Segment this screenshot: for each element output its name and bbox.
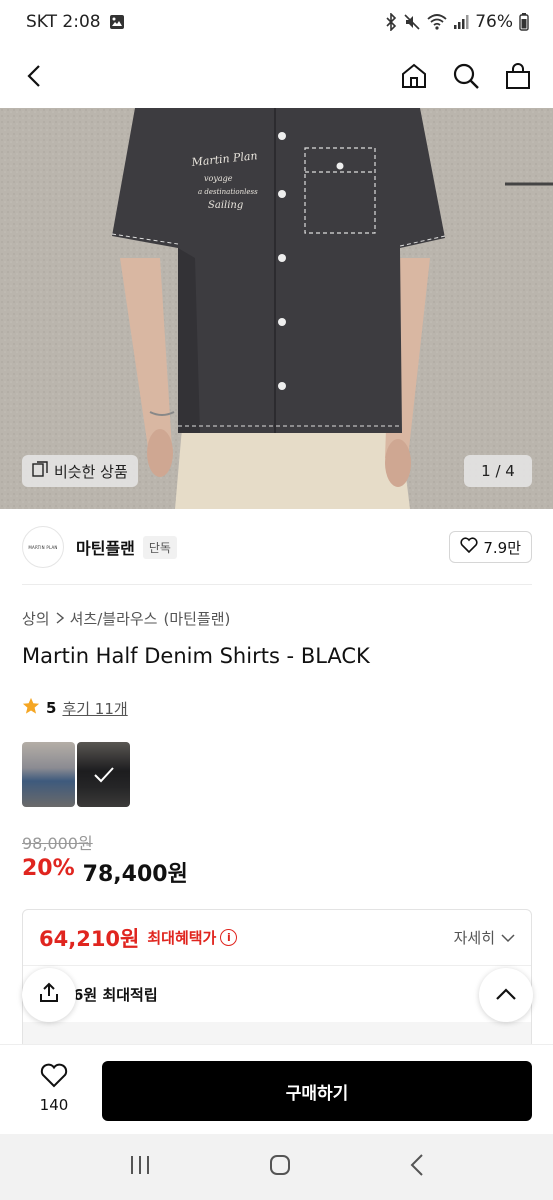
similar-products-button[interactable]: 비슷한 상품	[22, 455, 138, 487]
max-benefit-row[interactable]: 64,210원 최대혜택가 i 자세히	[23, 910, 531, 966]
color-variants	[22, 742, 130, 807]
brand-row[interactable]: MARTIN PLAN 마틴플랜 단독 7.9만	[22, 525, 532, 569]
chevron-right-icon	[56, 610, 64, 628]
breadcrumb: 상의 셔츠/블라우스 (마틴플랜)	[22, 608, 230, 629]
shopping-bag-icon[interactable]	[503, 61, 533, 91]
battery-icon	[519, 13, 529, 31]
variant-thumbnail-black[interactable]	[77, 742, 130, 807]
system-nav-bar	[0, 1134, 553, 1200]
similar-products-label: 비슷한 상품	[54, 462, 128, 481]
divider	[22, 584, 532, 585]
bluetooth-icon	[385, 13, 397, 31]
share-icon	[37, 981, 61, 1009]
back-arrow-icon[interactable]	[20, 61, 50, 91]
original-price: 98,000원	[22, 834, 93, 853]
mute-icon	[403, 13, 421, 31]
buy-button[interactable]: 구매하기	[102, 1061, 532, 1121]
breadcrumb-brand[interactable]: (마틴플랜)	[163, 608, 230, 629]
max-benefit-label: 최대혜택가	[147, 929, 217, 947]
recent-apps-icon[interactable]	[128, 1154, 152, 1180]
heart-icon	[40, 1063, 68, 1092]
product-photo: Martin Plan voyage a destinationless Sai…	[0, 108, 553, 509]
brand-like-count: 7.9만	[483, 538, 521, 557]
svg-text:a destinationless: a destinationless	[198, 188, 258, 196]
share-button[interactable]	[22, 968, 76, 1022]
home-nav-icon[interactable]	[268, 1153, 292, 1181]
info-icon[interactable]: i	[220, 929, 238, 946]
carrier-time: SKT 2:08	[26, 12, 101, 32]
similar-icon	[32, 461, 48, 481]
image-pager: 1 / 4	[464, 455, 532, 487]
search-icon[interactable]	[451, 61, 481, 91]
gallery-icon	[109, 14, 125, 30]
check-icon	[77, 742, 130, 807]
breadcrumb-subcategory[interactable]: 셔츠/블라우스	[70, 608, 158, 629]
heart-outline-icon	[460, 537, 478, 557]
scroll-top-button[interactable]	[479, 968, 533, 1022]
reviews-link[interactable]: 후기 11개	[62, 698, 127, 719]
product-title: Martin Half Denim Shirts - BLACK	[22, 644, 370, 668]
rating-score: 5	[46, 699, 57, 717]
wifi-icon	[427, 14, 447, 30]
home-icon[interactable]	[399, 61, 429, 91]
exclusive-badge: 단독	[142, 535, 177, 559]
benefit-detail-button[interactable]: 자세히	[454, 927, 515, 948]
brand-like-button[interactable]: 7.9만	[449, 531, 532, 563]
battery-level: 76%	[475, 12, 513, 32]
chevron-up-icon	[495, 986, 517, 1005]
wishlist-count: 140	[39, 1096, 69, 1114]
points-label: 6원 최대적립	[73, 985, 158, 1004]
discount-rate: 20%	[22, 856, 75, 881]
svg-text:voyage: voyage	[204, 174, 233, 183]
star-icon	[22, 697, 40, 719]
max-benefit-price: 64,210원	[39, 926, 140, 951]
svg-text:Sailing: Sailing	[208, 200, 243, 211]
rating-row: 5 후기 11개	[22, 697, 128, 719]
variant-thumbnail-blue[interactable]	[22, 742, 75, 807]
wishlist-button[interactable]: 140	[22, 1063, 86, 1114]
benefit-box: 64,210원 최대혜택가 i 자세히 6원 최대적립	[22, 909, 532, 1049]
bottom-purchase-bar: 140 구매하기	[0, 1044, 553, 1134]
chevron-down-icon	[501, 929, 515, 947]
price-row: 20% 78,400원	[22, 856, 188, 888]
status-bar: SKT 2:08 76%	[0, 0, 553, 44]
brand-name[interactable]: 마틴플랜	[76, 535, 135, 559]
points-row: 6원 최대적립	[23, 966, 531, 1022]
sale-price: 78,400원	[82, 862, 188, 887]
back-nav-icon[interactable]	[409, 1153, 425, 1181]
app-header	[0, 44, 553, 108]
brand-logo[interactable]: MARTIN PLAN	[22, 526, 64, 568]
product-image-gallery[interactable]: Martin Plan voyage a destinationless Sai…	[0, 108, 553, 509]
signal-icon	[453, 14, 469, 30]
breadcrumb-category[interactable]: 상의	[22, 608, 50, 629]
